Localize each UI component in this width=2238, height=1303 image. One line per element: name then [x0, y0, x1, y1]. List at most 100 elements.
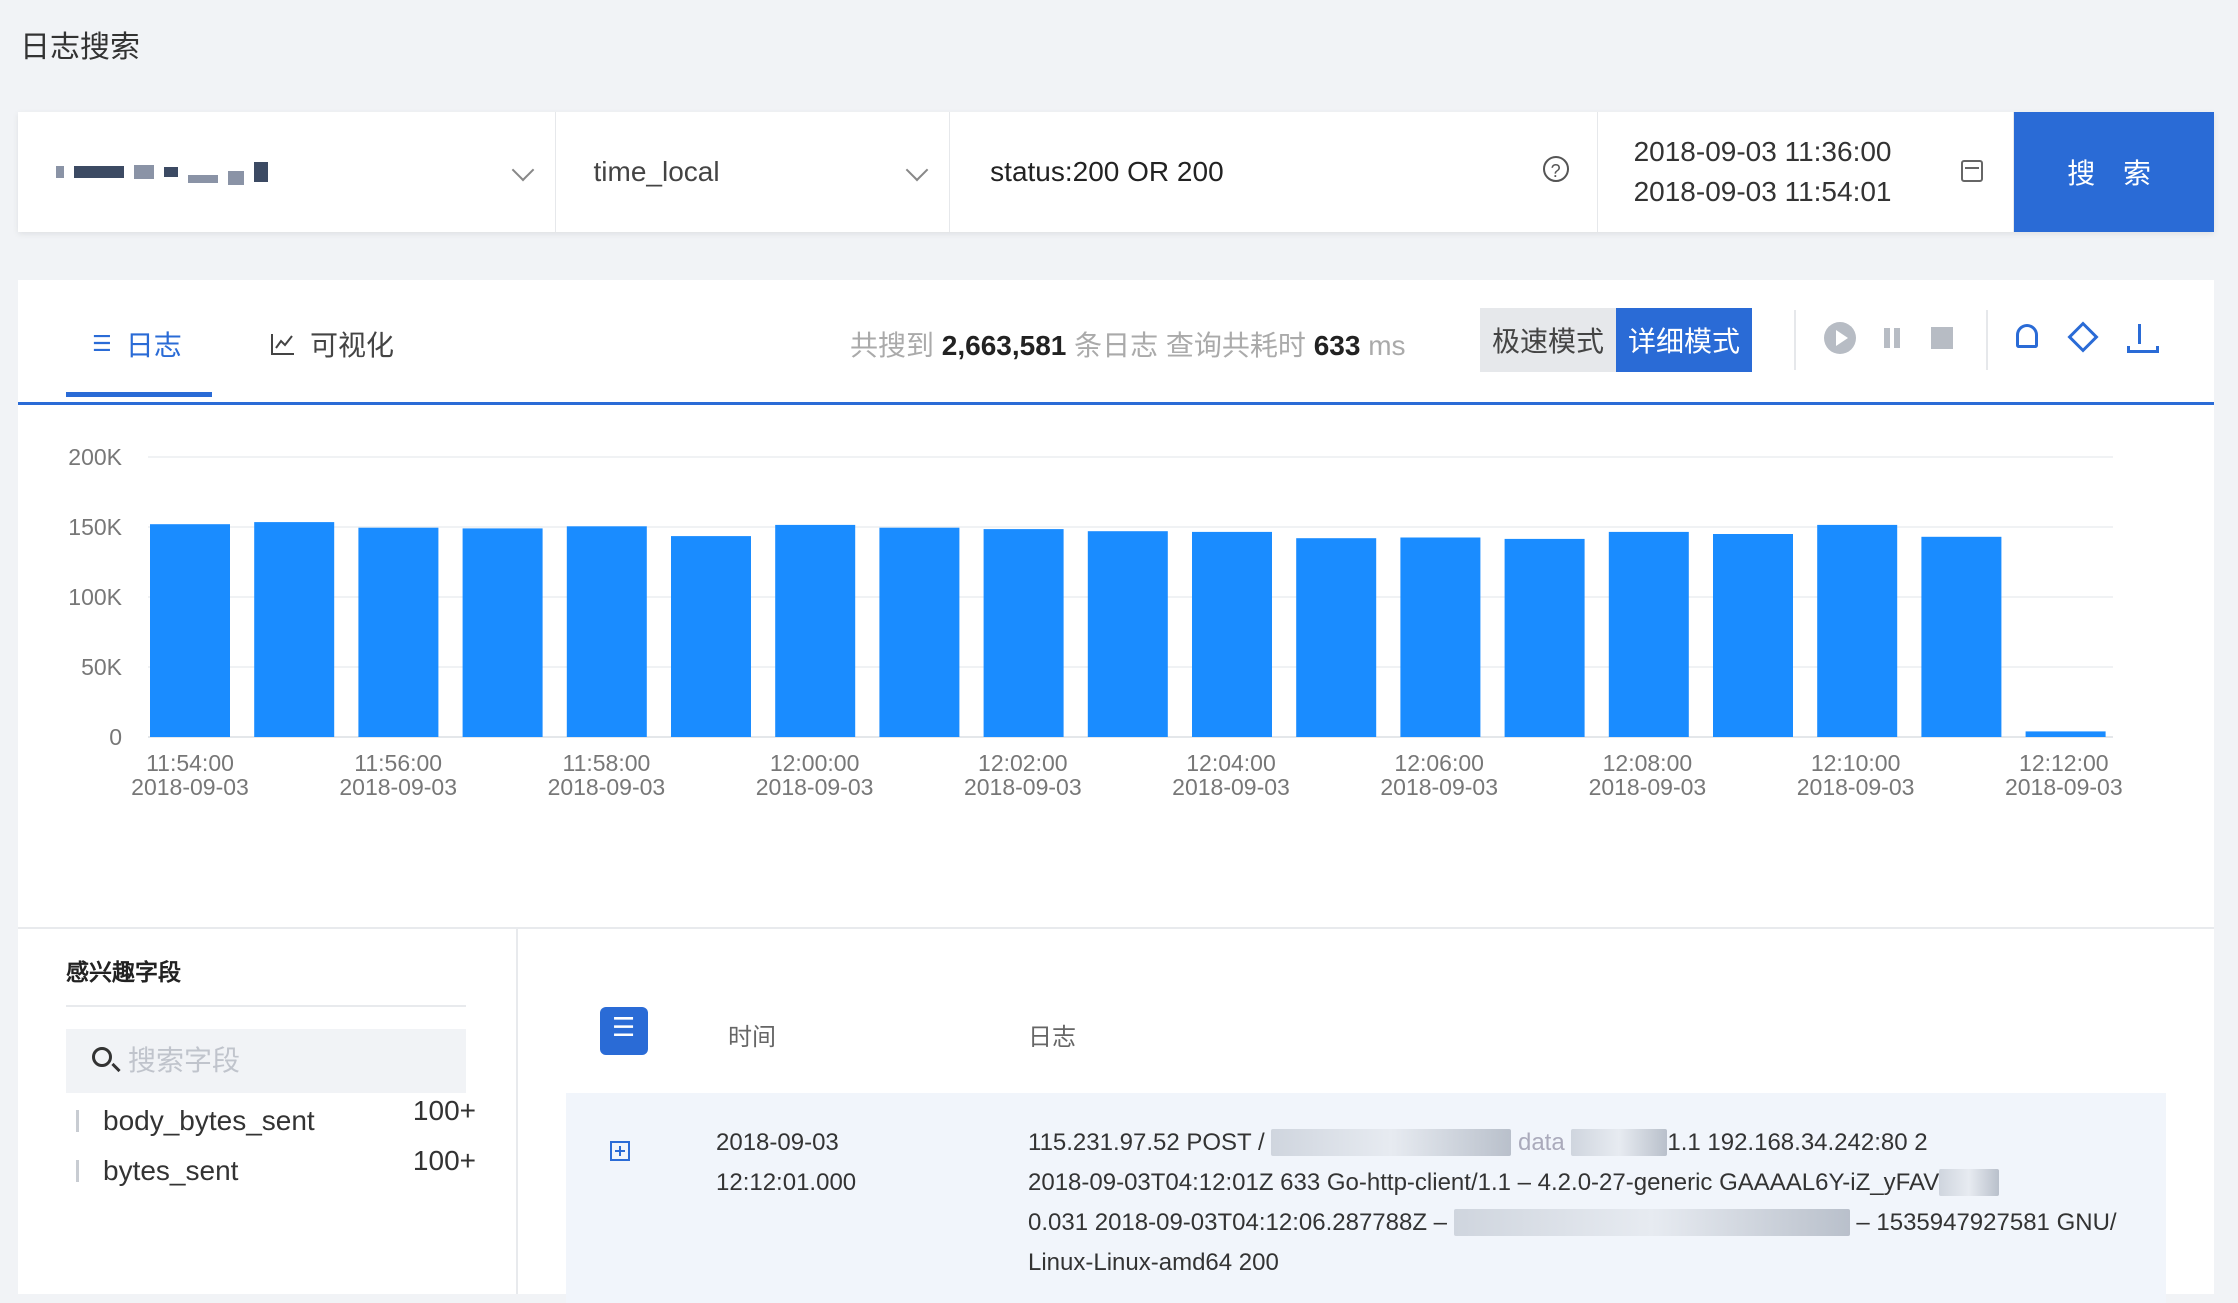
time-range-picker[interactable]: 2018-09-03 11:36:00 2018-09-03 11:54:01 [1598, 112, 2015, 232]
toolbar-divider [1794, 310, 1796, 370]
tab-visualization-label: 可视化 [310, 330, 395, 361]
stats-prefix: 共搜到 [850, 330, 935, 361]
redacted-text: xxxxxxxx [1571, 1129, 1668, 1156]
repo-name-redacted [56, 159, 268, 185]
x-tick-date: 2018-09-03 [756, 774, 874, 800]
histogram-chart: 0 50K 100K 150K 200K 11:54:00 2018-09-03 11:56:… [18, 405, 2214, 927]
log-content: 115.231.97.52 POST / xxxxxxxxxxxxxxxxxxx… [1028, 1123, 2138, 1283]
field-item-body-bytes-sent[interactable]: body_bytes_sent 100+ [76, 1095, 476, 1137]
redacted-text: xxxxxxxxxxxxxxxxxxxxxxxxxxxxxxxxx [1453, 1209, 1850, 1236]
result-stats: 共搜到 2,663,581 条日志 查询共耗时 633 ms [850, 324, 1406, 364]
histogram-bar[interactable] [150, 524, 230, 737]
x-tick-time: 12:00:00 [770, 750, 860, 776]
histogram-bar[interactable] [879, 527, 960, 737]
chevron-down-icon[interactable] [511, 158, 534, 182]
field-name: bytes_sent [103, 1155, 239, 1186]
log-line-segment: 115.231.97.52 POST / [1028, 1129, 1265, 1156]
field-item-bytes-sent[interactable]: bytes_sent 100+ [76, 1145, 476, 1187]
stats-unit: ms [1368, 330, 1406, 361]
y-tick-label: 200K [68, 444, 122, 470]
log-time: 12:12:01.000 [716, 1169, 857, 1196]
redacted-text: xxxxxxxxxxxxxxxxxxxx [1271, 1129, 1512, 1156]
histogram-bar[interactable] [1608, 531, 1689, 737]
histogram-bar[interactable] [2025, 731, 2106, 737]
download-icon[interactable] [2124, 322, 2159, 354]
chevron-down-icon[interactable] [905, 158, 929, 182]
x-tick-time: 11:56:00 [354, 750, 442, 776]
field-search-input[interactable] [66, 1029, 466, 1093]
y-tick-label: 50K [81, 654, 123, 680]
field-count: 100+ [412, 1145, 476, 1176]
histogram-bar[interactable] [983, 529, 1064, 737]
stats-count: 2,663,581 [941, 330, 1067, 361]
column-settings-button[interactable] [600, 1007, 648, 1055]
calendar-icon[interactable] [1961, 160, 1984, 182]
pause-icon[interactable] [1876, 322, 1908, 354]
field-select[interactable]: time_local [556, 112, 951, 232]
query-input-value[interactable]: status:200 OR 200 [990, 156, 1223, 188]
tabs-row: ☰ 日志 可视化 共搜到 2,663,581 条日志 查询共耗时 633 ms … [18, 280, 2214, 405]
x-tick-time: 12:10:00 [1811, 750, 1901, 776]
histogram-bar[interactable] [462, 528, 543, 737]
x-tick-time: 11:58:00 [562, 750, 650, 776]
log-line-segment: 1.1 192.168.34.242:80 2 [1667, 1129, 1928, 1156]
x-tick-date: 2018-09-03 [1172, 774, 1290, 800]
histogram-bar[interactable] [775, 524, 856, 737]
histogram-bar[interactable] [358, 527, 439, 737]
x-tick-date: 2018-09-03 [1380, 774, 1498, 800]
help-icon[interactable]: ? [1542, 156, 1569, 182]
tab-visualization[interactable]: 可视化 [270, 324, 394, 364]
time-start: 2018-09-03 11:36:00 [1633, 136, 1892, 167]
fields-sidebar: 感兴趣字段 body_bytes_sent 100+ bytes_sent 10… [18, 929, 518, 1294]
tab-log-label: 日志 [125, 330, 182, 361]
search-button[interactable]: 搜 索 [2014, 112, 2215, 232]
field-name: body_bytes_sent [103, 1105, 315, 1136]
stats-mid: 条日志 查询共耗时 [1074, 330, 1306, 361]
histogram-bar[interactable] [254, 522, 335, 737]
x-tick-time: 12:06:00 [1394, 750, 1484, 776]
search-icon [92, 1047, 112, 1067]
x-tick-time: 12:08:00 [1603, 750, 1693, 776]
histogram-bar[interactable] [1087, 531, 1168, 737]
histogram-bar[interactable] [1192, 531, 1272, 737]
histogram-bar[interactable] [1296, 538, 1377, 737]
log-table: 时间 日志 2018-09-03 12:12:01.000 115.231.97… [518, 929, 2214, 1303]
fields-title: 感兴趣字段 [66, 959, 181, 985]
histogram-bar[interactable] [671, 536, 751, 737]
stop-icon[interactable] [1926, 322, 1958, 354]
query-input[interactable]: status:200 OR 200 ? [950, 112, 1598, 232]
toolbar-divider [1986, 310, 1988, 370]
active-tab-indicator [66, 392, 212, 397]
search-bar: time_local status:200 OR 200 ? 2018-09-0… [18, 112, 2215, 232]
y-tick-label: 100K [68, 584, 122, 610]
histogram-bar[interactable] [1400, 537, 1481, 738]
x-tick-date: 2018-09-03 [2005, 774, 2123, 800]
expand-row-icon[interactable] [610, 1141, 630, 1161]
x-tick-time: 12:04:00 [1186, 750, 1276, 776]
repo-select[interactable] [18, 112, 556, 232]
field-type-icon [76, 1110, 79, 1132]
log-timestamp: 2018-09-03 12:12:01.000 [716, 1123, 856, 1203]
histogram-bar[interactable] [566, 526, 647, 737]
page-title: 日志搜索 [20, 31, 140, 64]
eraser-icon[interactable] [2067, 321, 2099, 353]
x-tick-time: 12:12:00 [2019, 750, 2109, 776]
histogram-bar[interactable] [1921, 536, 2002, 737]
log-line-segment: data [1517, 1129, 1565, 1156]
log-line: 115.231.97.52 POST / xxxxxxxxxxxxxxxxxxx… [1028, 1123, 2138, 1163]
column-header-log: 日志 [1028, 1024, 1076, 1051]
histogram-bar[interactable] [1817, 524, 1898, 737]
histogram-bar[interactable] [1713, 534, 1793, 737]
play-icon[interactable] [1824, 322, 1856, 354]
table-row: 2018-09-03 12:12:01.000 115.231.97.52 PO… [566, 1093, 2166, 1303]
alert-bell-icon[interactable] [2016, 324, 2038, 348]
fast-mode-button[interactable]: 极速模式 [1480, 308, 1616, 372]
histogram-bar[interactable] [1504, 538, 1585, 737]
tab-log[interactable]: ☰ 日志 [92, 324, 182, 364]
detail-mode-button[interactable]: 详细模式 [1616, 308, 1752, 372]
field-count: 100+ [412, 1095, 476, 1126]
log-line-segment: Linux-Linux-amd64 200 [1028, 1249, 1279, 1276]
x-tick-time: 11:54:00 [146, 750, 234, 776]
y-tick-label: 150K [68, 514, 122, 540]
x-tick-date: 2018-09-03 [131, 774, 249, 800]
